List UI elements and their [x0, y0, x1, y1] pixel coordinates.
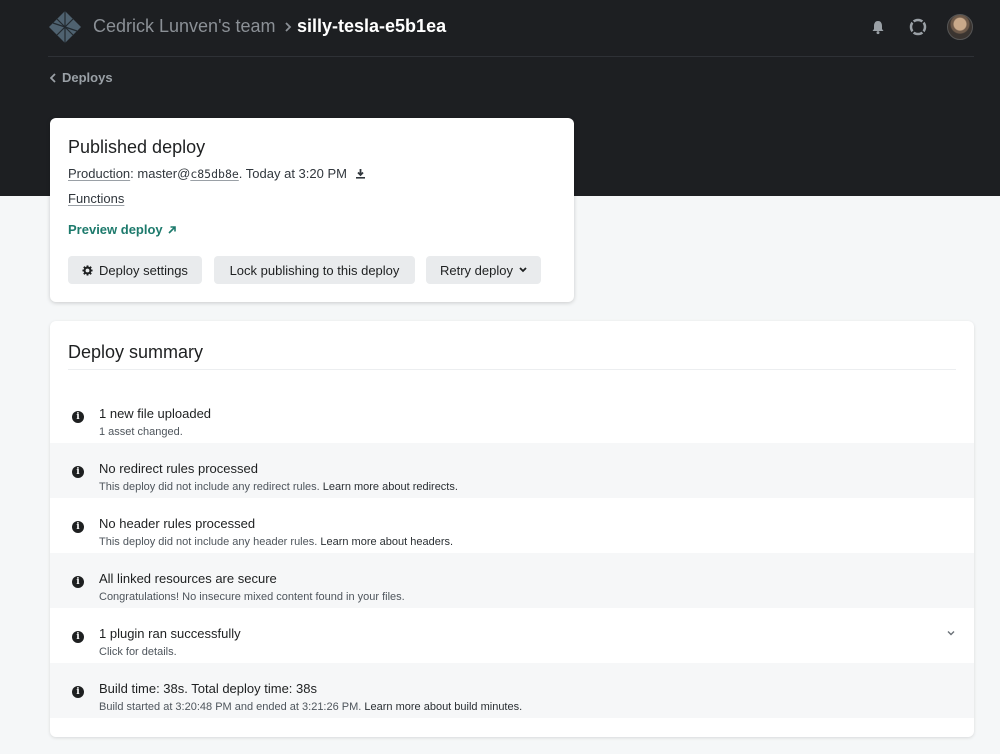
summary-row-redirects: i No redirect rules processed This deplo… [50, 443, 974, 498]
summary-row-title: No redirect rules processed [99, 461, 258, 476]
info-icon: i [72, 576, 84, 588]
summary-row-title: 1 new file uploaded [99, 406, 212, 421]
deploy-settings-label: Deploy settings [99, 262, 188, 278]
bell-icon[interactable] [867, 16, 889, 38]
summary-row-desc: 1 asset changed. [99, 426, 183, 438]
team-name-link[interactable]: Cedrick Lunven's team [93, 16, 276, 37]
lifebuoy-icon[interactable] [907, 16, 929, 38]
summary-row-build-time: i Build time: 38s. Total deploy time: 38… [50, 663, 974, 718]
summary-row-desc: This deploy did not include any redirect… [99, 481, 458, 493]
summary-row-title: No header rules processed [99, 516, 256, 531]
avatar[interactable] [947, 14, 973, 40]
summary-row-desc: Build started at 3:20:48 PM and ended at… [99, 701, 523, 713]
site-name[interactable]: silly-tesla-e5b1ea [297, 16, 446, 37]
info-icon: i [72, 466, 84, 478]
netlify-logo-icon[interactable] [48, 10, 82, 44]
chevron-down-icon[interactable] [946, 628, 956, 638]
learn-headers-link[interactable]: Learn more about headers. [320, 536, 453, 548]
top-bar: Cedrick Lunven's team silly-tesla-e5b1ea [0, 0, 1000, 56]
summary-row-desc: Click for details. [99, 646, 177, 658]
preview-deploy-link[interactable]: Preview deploy [68, 222, 177, 237]
summary-row-files: i 1 new file uploaded 1 asset changed. [50, 388, 974, 443]
deploy-meta: Production: master@ c85db8e . Today at 3… [68, 166, 366, 181]
header-divider [48, 56, 974, 57]
branch-label: master@ [137, 166, 191, 181]
published-deploy-card: Published deploy Production: master@ c85… [50, 118, 574, 302]
external-arrow-icon [168, 225, 176, 234]
published-deploy-title: Published deploy [68, 137, 206, 157]
production-link[interactable]: Production [68, 166, 130, 181]
back-to-deploys-link[interactable]: Deploys [50, 70, 113, 85]
deploy-settings-button[interactable]: Deploy settings [68, 256, 202, 284]
chevron-right-icon [281, 18, 295, 36]
retry-deploy-button[interactable]: Retry deploy [426, 256, 541, 284]
summary-row-title: Build time: 38s. Total deploy time: 38s [99, 681, 317, 696]
summary-row-mixed-content: i All linked resources are secure Congra… [50, 553, 974, 608]
functions-link[interactable]: Functions [68, 191, 124, 206]
deploy-time: . Today at 3:20 PM [238, 166, 347, 181]
lock-publishing-label: Lock publishing to this deploy [229, 262, 400, 278]
deploy-summary-card: Deploy summary i 1 new file uploaded 1 a… [50, 321, 974, 737]
summary-row-desc: This deploy did not include any header r… [99, 536, 454, 548]
learn-redirects-link[interactable]: Learn more about redirects. [323, 481, 458, 493]
back-label: Deploys [62, 70, 113, 85]
summary-row-title: All linked resources are secure [99, 571, 277, 586]
summary-row-title: 1 plugin ran successfully [99, 626, 241, 641]
gear-icon [82, 264, 93, 276]
learn-build-minutes-link[interactable]: Learn more about build minutes. [364, 701, 522, 713]
lock-publishing-button[interactable]: Lock publishing to this deploy [214, 256, 415, 284]
deploy-summary-title: Deploy summary [68, 342, 204, 362]
summary-divider [68, 369, 956, 370]
info-icon: i [72, 411, 84, 423]
chevron-down-icon [519, 267, 527, 273]
info-icon: i [72, 521, 84, 533]
summary-row-desc: Congratulations! No insecure mixed conte… [99, 591, 405, 603]
summary-row-headers: i No header rules processed This deploy … [50, 498, 974, 553]
info-icon: i [72, 631, 84, 643]
info-icon: i [72, 686, 84, 698]
retry-deploy-label: Retry deploy [440, 262, 513, 278]
summary-row-plugins[interactable]: i 1 plugin ran successfully Click for de… [50, 608, 974, 663]
commit-link[interactable]: c85db8e [190, 167, 238, 181]
chevron-left-icon [50, 72, 56, 83]
preview-deploy-label: Preview deploy [68, 222, 163, 237]
download-icon[interactable] [355, 168, 366, 179]
